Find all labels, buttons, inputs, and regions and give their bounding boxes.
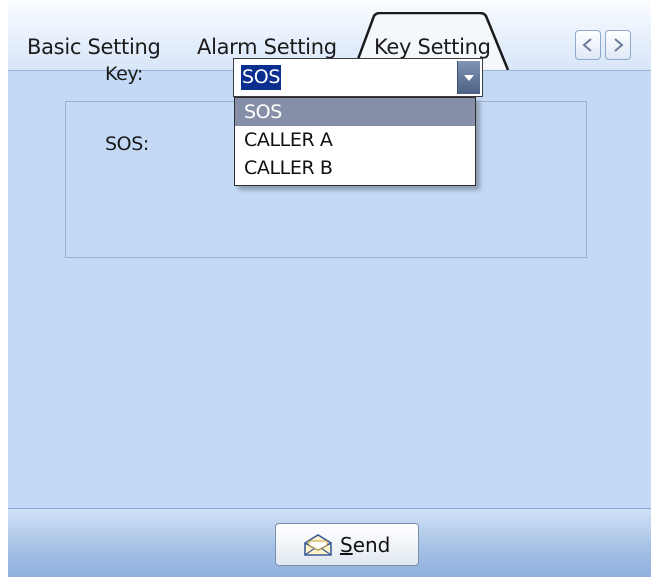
send-label-rest: end <box>352 533 391 557</box>
chevron-down-icon <box>464 75 474 81</box>
sos-label: SOS: <box>105 133 149 155</box>
key-select-dropdown-button[interactable] <box>457 61 480 94</box>
tab-scroll-right-button[interactable] <box>605 30 631 60</box>
send-label-mnemonic: S <box>340 533 353 557</box>
key-option-caller-b[interactable]: CALLER B <box>235 154 475 182</box>
chevron-right-icon <box>614 38 624 52</box>
send-button[interactable]: Send <box>275 523 419 566</box>
key-option-sos[interactable]: SOS <box>235 98 475 126</box>
tab-basic-setting[interactable]: Basic Setting <box>27 28 161 66</box>
key-dropdown-list: SOS CALLER A CALLER B <box>234 97 476 186</box>
tab-scroll-left-button[interactable] <box>575 30 601 60</box>
window-frame <box>0 0 8 577</box>
key-label: Key: <box>105 63 143 85</box>
key-select[interactable]: SOS <box>233 58 483 97</box>
key-option-caller-a[interactable]: CALLER A <box>235 126 475 154</box>
envelope-icon <box>304 534 332 556</box>
bottom-toolbar: Send <box>8 508 651 577</box>
chevron-left-icon <box>582 38 592 52</box>
key-select-value: SOS <box>241 65 282 90</box>
send-button-label: Send <box>340 532 390 558</box>
